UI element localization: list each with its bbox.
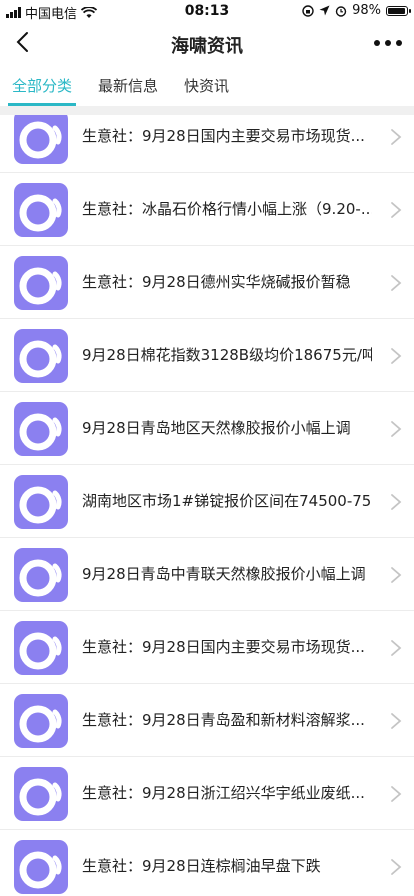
battery-icon <box>386 5 411 16</box>
chevron-right-icon <box>391 567 402 583</box>
list-item[interactable]: 生意社：9月28日浙江绍兴华宇纸业废纸... <box>0 757 414 830</box>
chevron-right-icon <box>391 713 402 729</box>
tab-quick-news[interactable]: 快资讯 <box>184 66 229 106</box>
news-thumbnail <box>14 256 68 310</box>
news-thumbnail <box>14 475 68 529</box>
news-thumbnail <box>14 621 68 675</box>
news-thumbnail <box>14 183 68 237</box>
chevron-right-icon <box>391 859 402 875</box>
chevron-right-icon <box>391 640 402 656</box>
news-title: 生意社：9月28日德州实华烧碱报价暂稳 <box>82 273 351 291</box>
chevron-right-icon <box>391 348 402 364</box>
chevron-right-icon <box>391 129 402 145</box>
news-title: 生意社：9月28日青岛盈和新材料溶解浆... <box>82 711 365 729</box>
nav-bar: 海啸资讯 <box>0 22 414 64</box>
list-item[interactable]: 9月28日青岛地区天然橡胶报价小幅上调 <box>0 392 414 465</box>
news-thumbnail <box>14 548 68 602</box>
news-title: 9月28日棉花指数3128B级均价18675元/吨 <box>82 346 372 364</box>
chevron-right-icon <box>391 275 402 291</box>
logo-icon <box>19 194 62 232</box>
page-title: 海啸资讯 <box>171 36 243 57</box>
tab-all-categories[interactable]: 全部分类 <box>7 66 77 106</box>
news-title: 9月28日青岛中青联天然橡胶报价小幅上调 <box>82 565 366 583</box>
tab-latest[interactable]: 最新信息 <box>98 66 158 106</box>
news-thumbnail <box>14 402 68 456</box>
news-title: 生意社：9月28日连棕榈油早盘下跌 <box>82 857 321 875</box>
list-item[interactable]: 9月28日棉花指数3128B级均价18675元/吨 <box>0 319 414 392</box>
list-item[interactable]: 湖南地区市场1#锑锭报价区间在74500-75... <box>0 465 414 538</box>
logo-icon <box>19 486 62 524</box>
lock-rotation-icon <box>302 4 314 17</box>
status-bar: 中国电信 08:13 98% <box>0 0 414 22</box>
news-thumbnail <box>14 767 68 821</box>
alarm-icon <box>335 5 347 17</box>
news-title: 9月28日青岛地区天然橡胶报价小幅上调 <box>82 419 351 437</box>
logo-icon <box>19 267 62 305</box>
logo-icon <box>19 632 62 670</box>
news-thumbnail <box>14 840 68 894</box>
logo-icon <box>19 559 62 597</box>
list-item[interactable]: 生意社：9月28日连棕榈油早盘下跌 <box>0 830 414 896</box>
logo-icon <box>19 705 62 743</box>
more-button[interactable] <box>374 31 402 55</box>
list-item[interactable]: 生意社：冰晶石价格行情小幅上涨（9.20-... <box>0 173 414 246</box>
list-item[interactable]: 生意社：9月28日德州实华烧碱报价暂稳 <box>0 246 414 319</box>
news-list[interactable]: 生意社：9月28日国内主要交易市场现货... 生意社：冰晶石价格行情小幅上涨（9.… <box>0 115 414 896</box>
category-tabs: 全部分类 最新信息 快资讯 <box>0 66 414 106</box>
list-item[interactable]: 9月28日青岛中青联天然橡胶报价小幅上调 <box>0 538 414 611</box>
logo-icon <box>19 121 62 159</box>
logo-icon <box>19 851 62 889</box>
logo-icon <box>19 413 62 451</box>
news-title: 生意社：9月28日国内主要交易市场现货... <box>82 638 365 656</box>
chevron-right-icon <box>391 421 402 437</box>
chevron-right-icon <box>391 786 402 802</box>
status-right: 98% <box>302 3 411 18</box>
list-item[interactable]: 生意社：9月28日青岛盈和新材料溶解浆... <box>0 684 414 757</box>
section-divider <box>0 106 414 115</box>
news-thumbnail <box>14 115 68 164</box>
chevron-right-icon <box>391 494 402 510</box>
news-title: 湖南地区市场1#锑锭报价区间在74500-75... <box>82 492 372 510</box>
battery-label: 98% <box>352 3 381 18</box>
list-item[interactable]: 生意社：9月28日国内主要交易市场现货... <box>0 115 414 173</box>
news-title: 生意社：9月28日国内主要交易市场现货... <box>82 127 365 145</box>
more-dot <box>385 40 391 46</box>
list-item[interactable]: 生意社：9月28日国内主要交易市场现货... <box>0 611 414 684</box>
chevron-right-icon <box>391 202 402 218</box>
logo-icon <box>19 778 62 816</box>
news-title: 生意社：9月28日浙江绍兴华宇纸业废纸... <box>82 784 365 802</box>
news-title: 生意社：冰晶石价格行情小幅上涨（9.20-... <box>82 200 372 218</box>
news-thumbnail <box>14 694 68 748</box>
more-dot <box>374 40 380 46</box>
logo-icon <box>19 340 62 378</box>
more-dot <box>396 40 402 46</box>
location-icon <box>319 5 330 16</box>
news-thumbnail <box>14 329 68 383</box>
